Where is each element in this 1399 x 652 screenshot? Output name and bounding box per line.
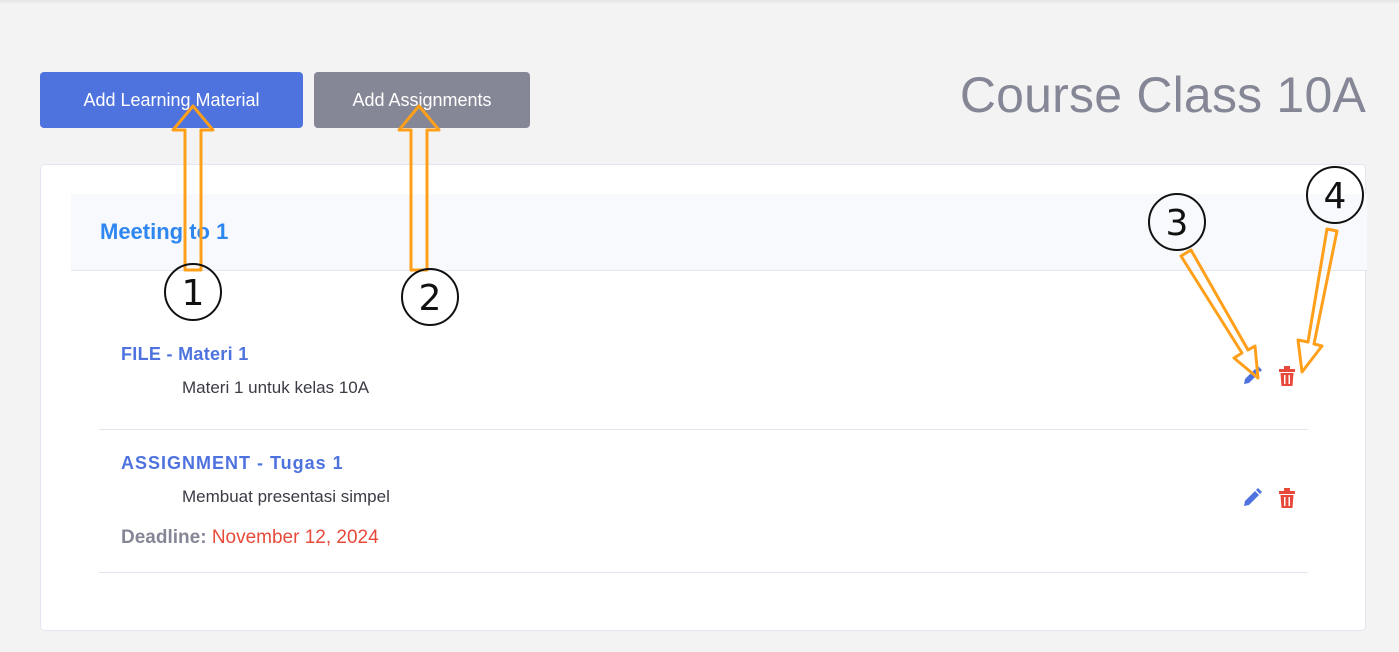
item-title[interactable]: ASSIGNMENT - Tugas 1 [121,453,344,474]
list-item: ASSIGNMENT - Tugas 1 Membuat presentasi … [99,430,1308,573]
item-title[interactable]: FILE - Materi 1 [121,344,249,365]
deadline-value: November 12, 2024 [211,527,379,548]
deadline-label: Deadline: [121,527,207,548]
deadline: Deadline: November 12, 2024 [121,527,379,549]
list-item: FILE - Materi 1 Materi 1 untuk kelas 10A [99,325,1308,430]
item-description: Materi 1 untuk kelas 10A [182,378,370,397]
item-description: Membuat presentasi simpel [182,487,390,506]
add-assignments-button[interactable]: Add Assignments [314,72,530,128]
trash-icon[interactable] [1276,365,1298,387]
page-title: Course Class 10A [959,67,1366,123]
pencil-icon[interactable] [1241,365,1263,387]
top-shadow [0,0,1399,4]
add-learning-material-button[interactable]: Add Learning Material [40,72,303,128]
meeting-title[interactable]: Meeting to 1 [100,219,228,245]
meeting-card: Meeting to 1 FILE - Materi 1 Materi 1 un… [40,164,1367,631]
pencil-icon[interactable] [1241,487,1263,509]
meeting-header[interactable]: Meeting to 1 [71,194,1367,271]
trash-icon[interactable] [1276,487,1298,509]
